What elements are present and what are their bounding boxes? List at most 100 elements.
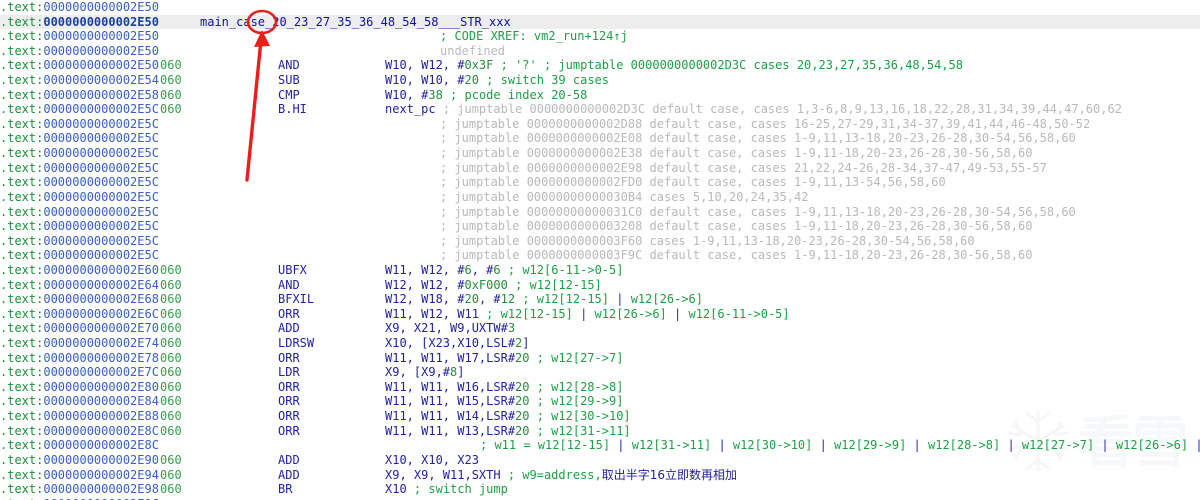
mnemonic[interactable]: ADD — [278, 468, 300, 482]
operands[interactable]: X10, X10, X23 — [385, 453, 479, 467]
listing-row[interactable]: .text:0000000000002E5C ; jumptable 000000… — [0, 146, 1200, 161]
operands[interactable]: X9, X21, W9,UXTW#3 — [385, 321, 515, 335]
instruction-comment[interactable]: ; w12[28->8] — [537, 380, 624, 394]
operands[interactable]: next_pc — [385, 102, 436, 116]
listing-row[interactable]: .text:0000000000002E50 — [0, 0, 1200, 15]
instruction-comment[interactable]: ; switch jump — [414, 482, 508, 496]
instruction-comment[interactable]: ; w9=address, — [508, 468, 602, 482]
operands[interactable]: W10, #38 — [385, 88, 443, 102]
jumptable-comment: ; jumptable 0000000000003F9C default cas… — [440, 248, 1033, 263]
code-xref-comment[interactable]: ; CODE XREF: vm2_run+124↑j — [440, 29, 628, 43]
instruction-comment-cn[interactable]: 取出半字16立即数再相加 — [602, 468, 737, 482]
listing-row[interactable]: .text:0000000000002E5C ; jumptable 000000… — [0, 161, 1200, 176]
address-cell: .text:0000000000002E50 — [0, 58, 159, 73]
mnemonic[interactable]: ORR — [278, 424, 300, 438]
function-label[interactable]: main_case_20_23_27_35_36_48_54_58___STR_… — [200, 15, 511, 29]
listing-row[interactable]: .text:0000000000002E78 060 ORR W11, W11, W1… — [0, 351, 1200, 366]
mnemonic[interactable]: B.HI — [278, 102, 307, 116]
operands[interactable]: W12, W18, #20, #12 — [385, 292, 515, 306]
listing-row[interactable]: .text:0000000000002E58 060 CMP W10, #38 ; p… — [0, 88, 1200, 103]
operands[interactable]: W11, W12, W11 — [385, 307, 479, 321]
listing-row[interactable]: .text:0000000000002E7C 060 LDR X9, [X9,#8] — [0, 365, 1200, 380]
instruction-comment[interactable]: ; switch 39 cases — [486, 73, 609, 87]
operands[interactable]: X9, X9, W11,SXTH — [385, 468, 501, 482]
listing-row[interactable]: .text:0000000000002E5C 060 B.HI next_pc ; j… — [0, 102, 1200, 117]
operands[interactable]: W10, W12, #0x3F — [385, 58, 493, 72]
listing-row[interactable]: .text:0000000000002E5C ; jumptable 000000… — [0, 205, 1200, 220]
opcode-bytes: 060 — [160, 87, 182, 102]
mnemonic[interactable]: ORR — [278, 307, 300, 321]
listing-row[interactable]: .text:0000000000002E5C ; jumptable 000000… — [0, 117, 1200, 132]
instruction-comment[interactable]: ; w12[6-11->0-5] — [508, 263, 624, 277]
operands[interactable]: W11, W11, W17,LSR#20 — [385, 351, 530, 365]
operands[interactable]: W11, W11, W14,LSR#20 — [385, 409, 530, 423]
jumptable-comment: ; jumptable 0000000000002E38 default cas… — [440, 146, 1033, 161]
listing-row[interactable]: .text:0000000000002E5C ; jumptable 000000… — [0, 219, 1200, 234]
mnemonic[interactable]: ORR — [278, 394, 300, 408]
mnemonic[interactable]: SUB — [278, 73, 300, 87]
operands[interactable]: W10, W10, #20 — [385, 73, 479, 87]
listing-row[interactable]: .text:0000000000002E74 060 LDRSW X10, [X23,… — [0, 336, 1200, 351]
listing-row[interactable]: .text:0000000000002E5C ; jumptable 000000… — [0, 175, 1200, 190]
operands[interactable]: X9, [X9,#8] — [385, 365, 465, 379]
address-cell: .text:0000000000002E7C — [0, 365, 159, 380]
mnemonic[interactable]: LDR — [278, 365, 300, 379]
mnemonic[interactable]: LDRSW — [278, 336, 314, 350]
listing-row[interactable]: .text:0000000000002E94 060 ADD X9, X9, W11,… — [0, 468, 1200, 483]
listing-row[interactable]: .text:0000000000002E6C 060 ORR W11, W12, W1… — [0, 307, 1200, 322]
listing-row[interactable]: .text:0000000000002E70 060 ADD X9, X21, W9,… — [0, 321, 1200, 336]
instruction-comment[interactable]: ; w12[12-15] — [515, 278, 602, 292]
listing-row[interactable]: .text:0000000000002E64 060 AND W12, W12, #0… — [0, 278, 1200, 293]
mnemonic[interactable]: ORR — [278, 380, 300, 394]
mnemonic[interactable]: CMP — [278, 88, 300, 102]
operands[interactable]: W11, W11, W16,LSR#20 — [385, 380, 530, 394]
instruction-comment[interactable]: ; w12[12-15] | w12[26->6] — [522, 292, 703, 306]
listing-row[interactable]: .text:0000000000002E8C 060 ORR W11, W11, W1… — [0, 424, 1200, 439]
operands[interactable]: W11, W11, W15,LSR#20 — [385, 394, 530, 408]
listing-row[interactable]: .text:0000000000002E54 060 SUB W10, W10, #2… — [0, 73, 1200, 88]
instruction-comment[interactable]: ; w12[30->10] — [537, 409, 631, 423]
ida-disassembly-window[interactable]: 看 雪 .text:0000000000002E50 .text:00000000… — [0, 0, 1200, 500]
listing-row[interactable]: .text:0000000000002E98 060 BR X10 ; switch … — [0, 482, 1200, 497]
instruction-comment[interactable]: ; w12[31->11] — [537, 424, 631, 438]
mnemonic[interactable]: ORR — [278, 409, 300, 423]
data-xref-comment[interactable]: undefined — [440, 44, 505, 58]
listing-row[interactable]: .text:0000000000002E5C ; jumptable 000000… — [0, 131, 1200, 146]
listing-row[interactable]: .text:0000000000002E5C ; jumptable 000000… — [0, 190, 1200, 205]
listing-row[interactable]: .text:0000000000002E80 060 ORR W11, W11, W1… — [0, 380, 1200, 395]
label-case-number: 23 — [293, 14, 309, 29]
listing-row[interactable]: .text:0000000000002E50 main_case_20_23_27… — [0, 14, 1200, 30]
mnemonic[interactable]: AND — [278, 58, 300, 72]
listing-row[interactable]: .text:0000000000002E50 undefined — [0, 44, 1200, 59]
listing-row[interactable]: .text:0000000000002E50 ; CODE XREF: vm2_r… — [0, 29, 1200, 44]
operands[interactable]: X10, [X23,X10,LSL#2] — [385, 336, 530, 350]
listing-row[interactable]: .text:0000000000002E5C ; jumptable 000000… — [0, 234, 1200, 249]
mnemonic[interactable]: UBFX — [278, 263, 307, 277]
disassembly-listing[interactable]: .text:0000000000002E50 .text:000000000000… — [0, 0, 1200, 500]
listing-row[interactable]: .text:0000000000002E90 060 ADD X10, X10, X2… — [0, 453, 1200, 468]
instruction-comment[interactable]: ; pcode index 20-58 — [450, 88, 587, 102]
operands[interactable]: W12, W12, #0xF000 — [385, 278, 508, 292]
listing-row[interactable]: .text:0000000000002E5C ; jumptable 000000… — [0, 248, 1200, 263]
mnemonic[interactable]: AND — [278, 278, 300, 292]
listing-row[interactable]: .text:0000000000002E84 060 ORR W11, W11, W1… — [0, 394, 1200, 409]
listing-row[interactable]: .text:0000000000002E60 060 UBFX W11, W12, #… — [0, 263, 1200, 278]
listing-row[interactable]: .text:0000000000002E50 060 AND W10, W12, #0… — [0, 58, 1200, 73]
listing-row[interactable]: .text:0000000000002E88 060 ORR W11, W11, W1… — [0, 409, 1200, 424]
operands[interactable]: W11, W12, #6, #6 — [385, 263, 501, 277]
instruction-comment[interactable]: ; '?' ; jumptable 0000000000002D3C cases… — [501, 58, 963, 72]
instruction-comment[interactable]: ; w12[27->7] — [537, 351, 624, 365]
mnemonic[interactable]: ORR — [278, 351, 300, 365]
opcode-bytes: 060 — [160, 292, 182, 307]
instruction-comment[interactable]: ; w12[29->9] — [537, 394, 624, 408]
instruction-comment[interactable]: ; w12[12-15] | w12[26->6] | w12[6-11->0-… — [486, 307, 789, 321]
listing-row[interactable]: .text:0000000000002E68 060 BFXIL W12, W18, … — [0, 292, 1200, 307]
operands[interactable]: W11, W11, W13,LSR#20 — [385, 424, 530, 438]
mnemonic[interactable]: ADD — [278, 453, 300, 467]
operands[interactable]: X10 — [385, 482, 407, 496]
opcode-bytes: 060 — [160, 379, 182, 394]
mnemonic[interactable]: ADD — [278, 321, 300, 335]
mnemonic[interactable]: BR — [278, 482, 292, 496]
listing-row[interactable]: .text:0000000000002E8C ; w11 = w12[12-15]… — [0, 438, 1200, 453]
mnemonic[interactable]: BFXIL — [278, 292, 314, 306]
